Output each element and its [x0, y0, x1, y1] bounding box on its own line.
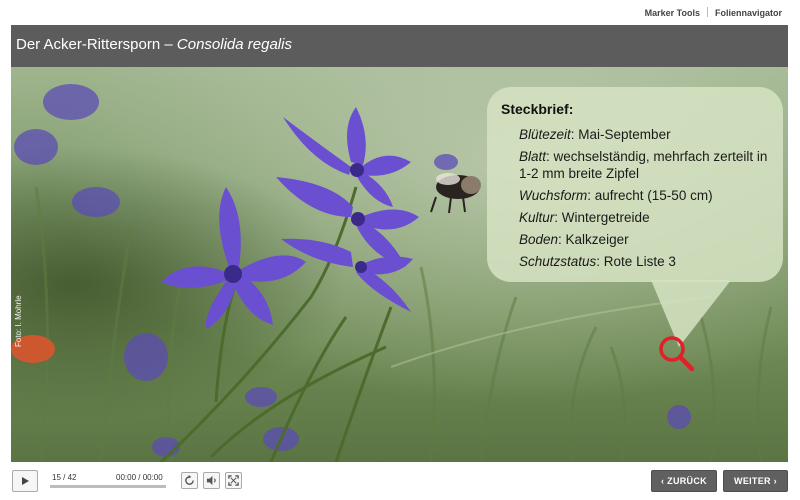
fullscreen-icon [228, 475, 239, 486]
factsheet-key: Kultur [519, 210, 555, 225]
factsheet-list: Blütezeit: Mai-September Blatt: wechsels… [519, 126, 777, 275]
next-button-label: WEITER [734, 476, 771, 486]
back-button-label: ZURÜCK [667, 476, 707, 486]
factsheet-item: Boden: Kalkzeiger [519, 231, 777, 248]
factsheet-key: Blütezeit [519, 127, 571, 142]
factsheet-item: Blatt: wechselständig, mehrfach zerteilt… [519, 148, 777, 182]
factsheet-bubble: Steckbrief: Blütezeit: Mai-September Bla… [487, 87, 783, 282]
factsheet-value: : Kalkzeiger [558, 232, 629, 247]
factsheet-value: : aufrecht (15-50 cm) [587, 188, 713, 203]
link-divider [706, 7, 708, 17]
factsheet-item: Schutzstatus: Rote Liste 3 [519, 253, 777, 270]
player-controls: 15 / 42 00:00 / 00:00 ‹ ZURÜCK WEITER › [0, 462, 800, 500]
factsheet-key: Schutzstatus [519, 254, 597, 269]
magnifier-icon[interactable] [656, 333, 698, 375]
volume-button[interactable] [203, 472, 220, 489]
factsheet-value: : wechselständig, mehrfach zerteilt in 1… [519, 149, 768, 181]
factsheet-heading: Steckbrief: [501, 101, 574, 117]
progress-bar[interactable] [50, 485, 166, 488]
top-bar: Marker Tools Foliennavigator [0, 0, 800, 25]
factsheet-value: : Rote Liste 3 [596, 254, 676, 269]
factsheet-key: Boden [519, 232, 559, 247]
factsheet-value: : Wintergetreide [554, 210, 650, 225]
factsheet-key: Blatt [519, 149, 547, 164]
time-display: 00:00 / 00:00 [116, 473, 163, 482]
next-button[interactable]: WEITER › [723, 470, 788, 492]
slide-frame: Der Acker-Rittersporn – Consolida regali… [11, 25, 788, 462]
replay-icon [185, 475, 194, 485]
fullscreen-button[interactable] [225, 472, 242, 489]
play-icon [22, 477, 29, 485]
replay-button[interactable] [181, 472, 198, 489]
volume-icon [206, 475, 216, 486]
factsheet-item: Wuchsform: aufrecht (15-50 cm) [519, 187, 777, 204]
chevron-right-icon: › [770, 476, 777, 486]
slide-navigator-link[interactable]: Foliennavigator [715, 8, 782, 18]
top-links: Marker Tools Foliennavigator [645, 7, 782, 18]
factsheet-item: Blütezeit: Mai-September [519, 126, 777, 143]
play-button[interactable] [12, 470, 38, 492]
slide-counter: 15 / 42 [52, 473, 77, 482]
factsheet-item: Kultur: Wintergetreide [519, 209, 777, 226]
factsheet-key: Wuchsform [519, 188, 588, 203]
back-button[interactable]: ‹ ZURÜCK [651, 470, 717, 492]
factsheet-value: : Mai-September [570, 127, 671, 142]
marker-tools-link[interactable]: Marker Tools [645, 8, 700, 18]
